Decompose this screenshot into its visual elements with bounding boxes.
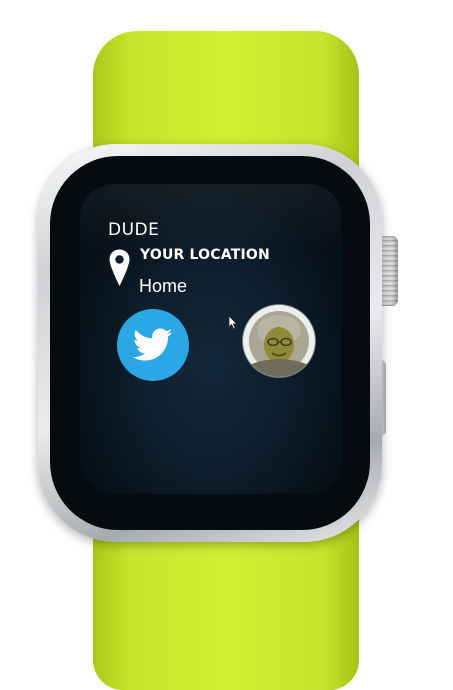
user-avatar[interactable] xyxy=(243,305,315,377)
screen-glare xyxy=(80,184,342,254)
twitter-bird-icon xyxy=(133,328,173,361)
location-value: Home xyxy=(139,276,188,296)
watch-case: DUDE YOUR LOCATION Home xyxy=(38,144,382,542)
mouse-pointer-icon xyxy=(228,315,238,330)
avatar-photo xyxy=(243,305,315,377)
location-label: YOUR LOCATION xyxy=(140,247,270,263)
twitter-button[interactable] xyxy=(117,309,189,381)
watch-bezel: DUDE YOUR LOCATION Home xyxy=(50,156,370,530)
map-pin-icon xyxy=(109,249,130,286)
watch-screen: DUDE YOUR LOCATION Home xyxy=(80,184,342,494)
app-title: DUDE xyxy=(108,220,160,240)
